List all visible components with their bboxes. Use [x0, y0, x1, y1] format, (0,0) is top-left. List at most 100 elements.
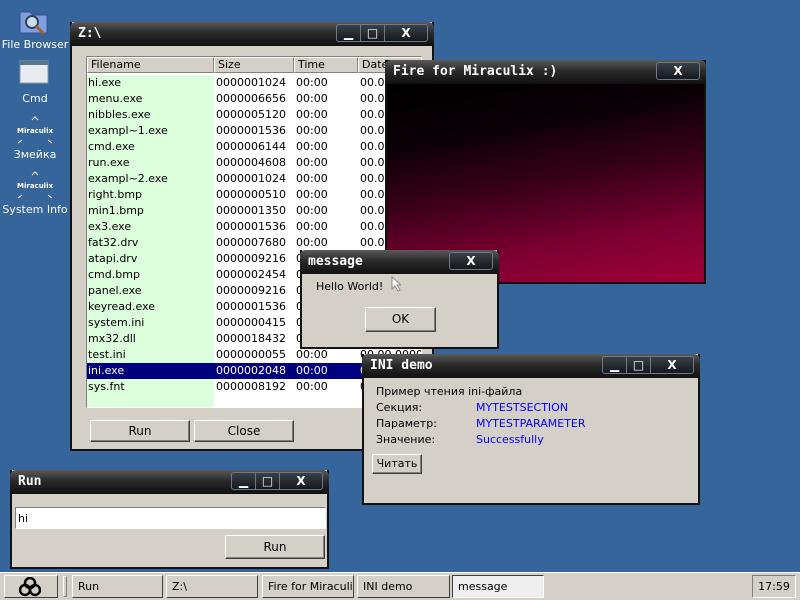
close-button[interactable]: Close: [194, 420, 294, 442]
svg-text:Miraculix: Miraculix: [17, 182, 53, 190]
time-cell: 00:00: [296, 188, 328, 201]
file-row[interactable]: hi.exe000000102400:0000.00.0000: [87, 75, 421, 91]
field-value: MYTESTSECTION: [476, 401, 569, 414]
size-cell: 0000001536: [216, 124, 286, 137]
filename-cell: exampl~2.exe: [88, 172, 168, 185]
filename-cell: nibbles.exe: [88, 108, 151, 121]
size-cell: 0000018432: [216, 332, 286, 345]
size-cell: 0000000055: [216, 348, 286, 361]
taskbar-button[interactable]: INI demo: [357, 575, 450, 598]
time-cell: 00:00: [296, 140, 328, 153]
run-button[interactable]: Run: [90, 420, 190, 442]
time-cell: 00:00: [296, 348, 328, 361]
column-header-filename[interactable]: Filename: [87, 57, 214, 73]
filename-cell: hi.exe: [88, 76, 122, 89]
file-row[interactable]: fat32.drv000000768000:0000.00.0000: [87, 235, 421, 251]
file-row[interactable]: nibbles.exe000000512000:0000.00.0000: [87, 107, 421, 123]
title-bar[interactable]: Fire for Miraculix :) X: [385, 60, 706, 84]
time-cell: 00:00: [296, 220, 328, 233]
message-text: Hello World!: [316, 280, 384, 293]
title-bar[interactable]: INI demo ▁ □ X: [362, 354, 700, 378]
maximize-button[interactable]: □: [256, 473, 280, 489]
desktop-icon-label: File Browser: [1, 38, 69, 51]
desktop-icon-system-info[interactable]: Miraculix System Info: [0, 169, 70, 217]
time-cell: 00:00: [296, 76, 328, 89]
filename-cell: atapi.drv: [88, 252, 138, 265]
filename-cell: cmd.exe: [88, 140, 135, 153]
taskbar-button[interactable]: Run: [72, 575, 163, 598]
filename-cell: menu.exe: [88, 92, 143, 105]
taskbar-button[interactable]: message: [452, 575, 544, 598]
size-cell: 0000006656: [216, 92, 286, 105]
close-button[interactable]: X: [657, 63, 699, 79]
taskbar-separator: [63, 576, 67, 597]
size-cell: 0000009216: [216, 252, 286, 265]
filename-cell: run.exe: [88, 156, 130, 169]
time-cell: 00:00: [296, 380, 328, 393]
size-cell: 0000009216: [216, 284, 286, 297]
size-cell: 0000008192: [216, 380, 286, 393]
desktop-icon-snake[interactable]: Miraculix Змейка: [0, 114, 70, 162]
biohazard-icon: [19, 577, 41, 597]
title-bar[interactable]: message X: [300, 250, 499, 274]
size-cell: 0000001350: [216, 204, 286, 217]
window-title: INI demo: [370, 358, 433, 373]
title-bar[interactable]: Run ▁ □ X: [10, 470, 329, 494]
ok-button[interactable]: OK: [365, 307, 436, 332]
size-cell: 0000002048: [216, 364, 286, 377]
time-cell: 00:00: [296, 236, 328, 249]
filename-cell: keyread.exe: [88, 300, 156, 313]
run-window: Run ▁□X Run: [10, 470, 329, 569]
run-button[interactable]: Run: [225, 535, 325, 559]
file-row[interactable]: min1.bmp000000135000:0000.00.0000: [87, 203, 421, 219]
file-row[interactable]: exampl~2.exe000000102400:0000.00.0000: [87, 171, 421, 187]
size-cell: 0000000415: [216, 316, 286, 329]
window-title: Fire for Miraculix :): [393, 64, 558, 79]
filename-cell: right.bmp: [88, 188, 143, 201]
file-row[interactable]: ex3.exe000000153600:0000.00.0000: [87, 219, 421, 235]
file-row[interactable]: exampl~1.exe000000153600:0000.00.0000: [87, 123, 421, 139]
close-button[interactable]: X: [280, 473, 322, 489]
title-bar[interactable]: Z:\ ▁ □ X: [70, 22, 434, 46]
filename-cell: mx32.dll: [88, 332, 136, 345]
maximize-button[interactable]: □: [627, 357, 651, 373]
size-cell: 0000007680: [216, 236, 286, 249]
field-value: Successfully: [476, 433, 544, 446]
field-label: Значение:: [376, 433, 436, 446]
file-row[interactable]: menu.exe000000665600:0000.00.0000: [87, 91, 421, 107]
desktop-icon-label: System Info: [2, 203, 68, 216]
size-cell: 0000000510: [216, 188, 286, 201]
time-cell: 00:00: [296, 108, 328, 121]
field-label: Параметр:: [376, 417, 437, 430]
taskbar-button[interactable]: Fire for Miraculix :): [262, 575, 354, 598]
minimize-button[interactable]: ▁: [232, 473, 256, 489]
file-row[interactable]: run.exe000000460800:0000.00.0000: [87, 155, 421, 171]
size-cell: 0000006144: [216, 140, 286, 153]
size-cell: 0000005120: [216, 108, 286, 121]
read-button[interactable]: Читать: [372, 454, 422, 474]
command-input[interactable]: [15, 507, 326, 529]
size-cell: 0000001024: [216, 172, 286, 185]
filename-cell: panel.exe: [88, 284, 142, 297]
minimize-button[interactable]: ▁: [337, 25, 361, 41]
file-row[interactable]: right.bmp000000051000:0000.00.0000: [87, 187, 421, 203]
size-cell: 0000001536: [216, 300, 286, 313]
desktop-icon-file-browser[interactable]: File Browser: [0, 4, 70, 52]
minimize-button[interactable]: ▁: [603, 357, 627, 373]
maximize-button[interactable]: □: [361, 25, 385, 41]
ini-demo-window: INI demo ▁ □ X Пример чтения ini-файла Сек…: [362, 354, 700, 505]
time-cell: 00:00: [296, 156, 328, 169]
start-button[interactable]: [4, 575, 58, 598]
close-button[interactable]: X: [385, 25, 427, 41]
message-window: message X Hello World! OK: [300, 250, 499, 349]
field-value: MYTESTPARAMETER: [476, 417, 586, 430]
close-button[interactable]: X: [651, 357, 693, 373]
time-cell: 00:00: [296, 124, 328, 137]
filename-cell: exampl~1.exe: [88, 124, 168, 137]
close-button[interactable]: X: [450, 253, 492, 269]
file-row[interactable]: cmd.exe000000614400:0000.00.0000: [87, 139, 421, 155]
taskbar-button[interactable]: Z:\: [166, 575, 258, 598]
column-header-time[interactable]: Time: [294, 57, 358, 73]
column-header-size[interactable]: Size: [214, 57, 294, 73]
desktop-icon-cmd[interactable]: Cmd: [0, 58, 70, 106]
